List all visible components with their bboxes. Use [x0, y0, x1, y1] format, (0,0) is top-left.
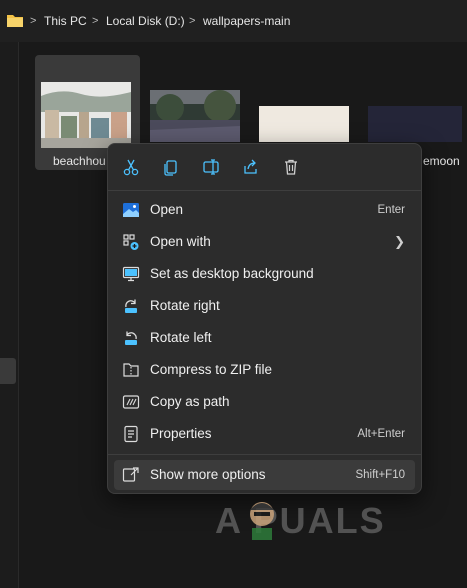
- menu-item-label: Open: [150, 202, 184, 217]
- navigation-pane[interactable]: [0, 42, 19, 588]
- delete-icon: [285, 159, 297, 175]
- menu-item-open-with[interactable]: Open with ❯: [114, 227, 415, 257]
- chevron-right-icon: ❯: [394, 234, 405, 249]
- share-icon: [244, 159, 257, 174]
- menu-item-label: Open with: [150, 234, 211, 249]
- show-more-icon: [122, 467, 139, 482]
- texture-dark-thumbnail[interactable]: [368, 106, 462, 142]
- menu-item-show-more-options[interactable]: Show more options Shift+F10: [114, 460, 415, 490]
- cut-button[interactable]: [118, 154, 144, 180]
- menu-item-label: Set as desktop background: [150, 266, 314, 281]
- menu-item-shortcut: Alt+Enter: [357, 428, 405, 440]
- menu-item-shortcut: Enter: [377, 204, 406, 216]
- zip-icon: [123, 363, 139, 377]
- breadcrumb-separator: >: [92, 15, 99, 27]
- menu-item-rotate-left[interactable]: Rotate left: [114, 323, 415, 353]
- menu-item-properties[interactable]: Properties Alt+Enter: [114, 419, 415, 449]
- copy-path-icon: [122, 395, 140, 409]
- rename-icon: [203, 159, 219, 175]
- folder-icon: [7, 15, 23, 27]
- forest-thumbnail[interactable]: [150, 90, 240, 142]
- breadcrumb-separator: >: [30, 15, 37, 27]
- menu-item-label: Rotate left: [150, 330, 212, 345]
- context-menu: Open Enter Open with ❯ Set as desktop ba…: [107, 143, 422, 494]
- menu-item-label: Copy as path: [150, 394, 230, 409]
- menu-item-compress-zip[interactable]: Compress to ZIP file: [114, 355, 415, 385]
- rotate-right-icon: [125, 299, 137, 313]
- breadcrumb-wallpapers-main[interactable]: wallpapers-main: [203, 0, 290, 42]
- menu-item-open[interactable]: Open Enter: [114, 195, 415, 225]
- navigation-selected-item[interactable]: [0, 358, 16, 384]
- menu-item-copy-as-path[interactable]: Copy as path: [114, 387, 415, 417]
- menu-item-label: Rotate right: [150, 298, 220, 313]
- menu-item-rotate-right[interactable]: Rotate right: [114, 291, 415, 321]
- breadcrumb-local-disk[interactable]: Local Disk (D:): [106, 0, 185, 42]
- open-with-icon: [123, 234, 139, 250]
- rename-button[interactable]: [198, 154, 224, 180]
- menu-item-label: Show more options: [150, 467, 266, 482]
- file-name-moon: emoon: [423, 154, 460, 168]
- open-image-icon: [123, 203, 139, 217]
- rotate-left-icon: [125, 331, 137, 345]
- menu-item-label: Compress to ZIP file: [150, 362, 273, 377]
- menu-item-label: Properties: [150, 426, 212, 441]
- menu-divider: [108, 190, 421, 191]
- mascot-logo-icon: [250, 502, 274, 540]
- texture-light-thumbnail[interactable]: [259, 106, 349, 142]
- properties-icon: [124, 425, 138, 443]
- menu-divider: [108, 454, 421, 455]
- menu-item-shortcut: Shift+F10: [355, 469, 405, 481]
- desktop-background-icon: [122, 266, 140, 282]
- address-bar: > This PC > Local Disk (D:) > wallpapers…: [0, 0, 467, 42]
- menu-item-set-desktop-background[interactable]: Set as desktop background: [114, 259, 415, 289]
- breadcrumb-separator: >: [189, 15, 196, 27]
- delete-button[interactable]: [278, 154, 304, 180]
- breadcrumb-this-pc[interactable]: This PC: [44, 0, 87, 42]
- beach-house-thumbnail[interactable]: [41, 82, 131, 148]
- watermark-logo: A PUALS: [215, 500, 386, 541]
- copy-icon: [164, 160, 177, 176]
- cut-icon: [123, 159, 139, 176]
- file-name-beachhouse: beachhou: [53, 154, 106, 168]
- copy-button[interactable]: [158, 154, 184, 180]
- share-button[interactable]: [238, 154, 264, 180]
